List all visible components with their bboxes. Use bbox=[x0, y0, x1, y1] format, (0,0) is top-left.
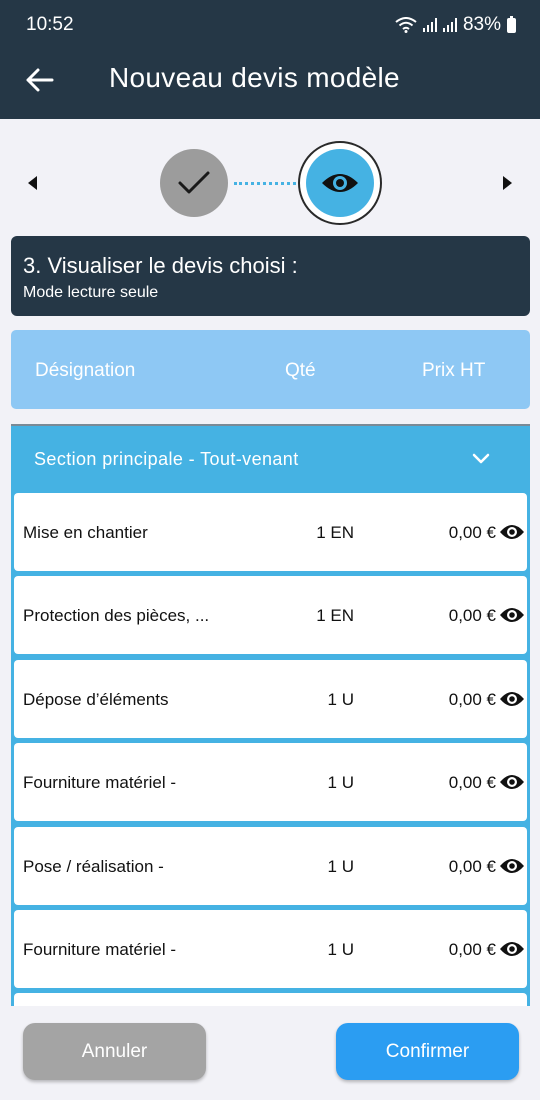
confirm-button[interactable]: Confirmer bbox=[336, 1023, 519, 1080]
row-designation: Protection des pièces, ... bbox=[23, 606, 210, 625]
row-qty: 1 U bbox=[327, 940, 354, 959]
signal-icon bbox=[422, 18, 437, 32]
battery-icon bbox=[507, 15, 516, 33]
back-arrow-icon[interactable] bbox=[22, 62, 58, 98]
next-step-arrow-icon[interactable] bbox=[503, 176, 512, 190]
chevron-down-icon[interactable] bbox=[471, 448, 491, 468]
step-completed[interactable] bbox=[160, 149, 228, 217]
status-bar: 10:52 83% bbox=[0, 0, 540, 50]
step-info-card: 3. Visualiser le devis choisi : Mode lec… bbox=[11, 236, 530, 316]
eye-icon[interactable] bbox=[499, 605, 525, 625]
wifi-icon bbox=[395, 17, 417, 33]
table-row-partial[interactable] bbox=[14, 993, 527, 1006]
page-title: Nouveau devis modèle bbox=[109, 62, 400, 93]
column-qty: Qté bbox=[285, 360, 316, 381]
stepper bbox=[0, 140, 540, 226]
table-row[interactable]: Pose / réalisation - 1 U 0,00 € bbox=[14, 827, 527, 905]
column-designation: Désignation bbox=[35, 360, 136, 381]
row-qty: 1 U bbox=[327, 857, 354, 876]
step-title: 3. Visualiser le devis choisi : bbox=[23, 253, 298, 278]
column-price: Prix HT bbox=[422, 360, 486, 381]
section-panel: Section principale - Tout-venant Mise en… bbox=[11, 426, 530, 1006]
step-current[interactable] bbox=[298, 141, 382, 225]
table-row[interactable]: Mise en chantier 1 EN 0,00 € bbox=[14, 493, 527, 571]
step-connector bbox=[234, 182, 296, 185]
eye-icon[interactable] bbox=[499, 772, 525, 792]
row-designation: Mise en chantier bbox=[23, 523, 148, 542]
step-subtitle: Mode lecture seule bbox=[23, 284, 159, 301]
previous-step-arrow-icon[interactable] bbox=[28, 176, 37, 190]
signal-icon bbox=[442, 18, 457, 32]
row-designation: Dépose d’éléments bbox=[23, 690, 169, 709]
check-icon bbox=[178, 171, 210, 194]
eye-icon[interactable] bbox=[499, 689, 525, 709]
section-header[interactable]: Section principale - Tout-venant bbox=[11, 426, 530, 492]
status-time: 10:52 bbox=[26, 14, 74, 35]
table-row[interactable]: Protection des pièces, ... 1 EN 0,00 € bbox=[14, 576, 527, 654]
table-row[interactable]: Fourniture matériel - 1 U 0,00 € bbox=[14, 910, 527, 988]
row-price: 0,00 € bbox=[448, 773, 496, 792]
row-qty: 1 U bbox=[327, 773, 354, 792]
table-row[interactable]: Dépose d’éléments 1 U 0,00 € bbox=[14, 660, 527, 738]
row-qty: 1 EN bbox=[316, 606, 354, 625]
section-label: Section principale - Tout-venant bbox=[34, 449, 299, 469]
row-price: 0,00 € bbox=[448, 857, 496, 876]
eye-icon[interactable] bbox=[499, 939, 525, 959]
row-qty: 1 U bbox=[327, 690, 354, 709]
eye-icon bbox=[322, 174, 358, 192]
row-price: 0,00 € bbox=[448, 690, 496, 709]
battery-percent: 83% bbox=[462, 14, 501, 35]
eye-icon[interactable] bbox=[499, 522, 525, 542]
row-price: 0,00 € bbox=[448, 940, 496, 959]
table-row[interactable]: Fourniture matériel - 1 U 0,00 € bbox=[14, 743, 527, 821]
status-icons: 83% bbox=[395, 14, 516, 36]
row-designation: Pose / réalisation - bbox=[23, 857, 164, 876]
table-column-headers: Désignation Qté Prix HT bbox=[11, 330, 530, 409]
footer-actions: Annuler Confirmer bbox=[0, 1006, 540, 1100]
row-price: 0,00 € bbox=[448, 606, 496, 625]
row-qty: 1 EN bbox=[316, 523, 354, 542]
row-designation: Fourniture matériel - bbox=[23, 773, 177, 792]
row-designation: Fourniture matériel - bbox=[23, 940, 177, 959]
eye-icon[interactable] bbox=[499, 856, 525, 876]
cancel-button[interactable]: Annuler bbox=[23, 1023, 206, 1080]
app-bar: 10:52 83% Nouveau devis modèle bbox=[0, 0, 540, 119]
row-price: 0,00 € bbox=[448, 523, 496, 542]
